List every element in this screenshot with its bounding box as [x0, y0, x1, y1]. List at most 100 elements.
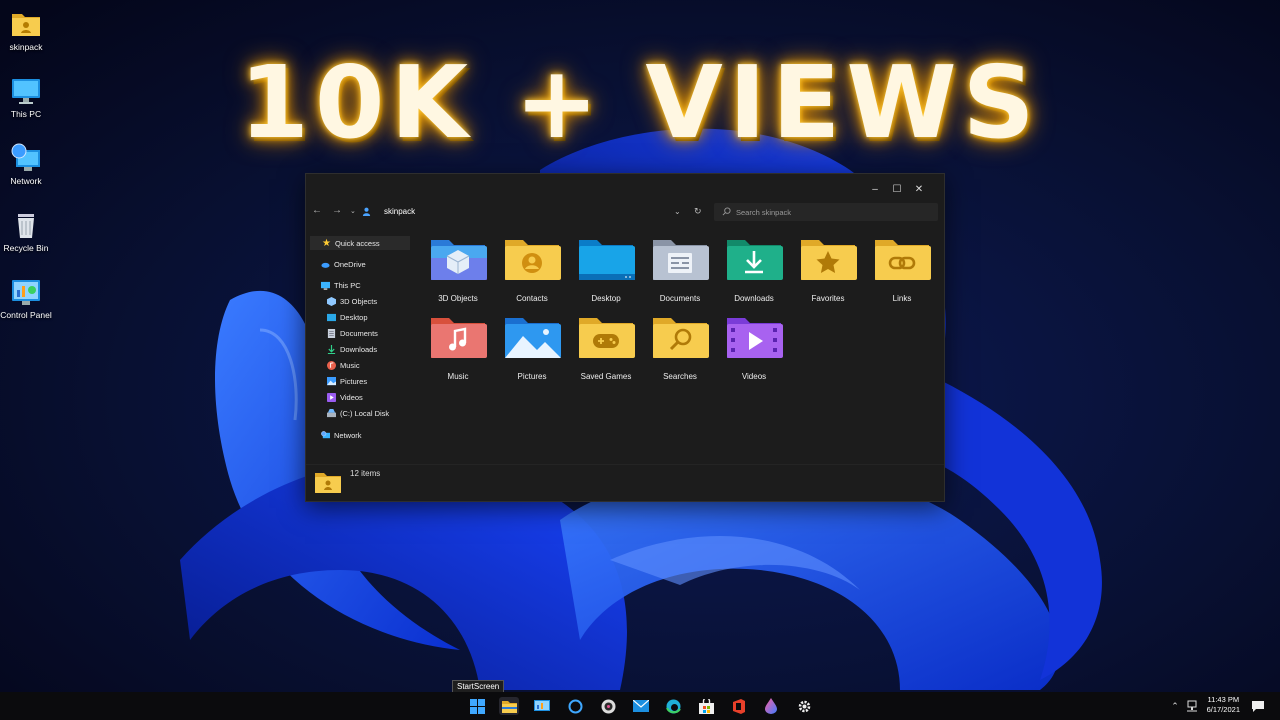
folder-desktop[interactable]: Desktop	[569, 236, 643, 314]
store-icon	[698, 698, 714, 714]
sidebar-item-documents[interactable]: Documents	[327, 326, 378, 340]
desktop-icon-this-pc[interactable]: This PC	[0, 73, 52, 140]
taskbar-mail[interactable]	[631, 697, 651, 715]
address-dropdown-button[interactable]: ⌄	[674, 207, 681, 216]
sidebar-item-label: Network	[334, 430, 362, 440]
clock-date: 6/17/2021	[1206, 705, 1240, 714]
desktop-icon-skinpack[interactable]: skinpack	[0, 6, 52, 73]
search-input[interactable]	[736, 206, 926, 218]
sidebar-item-label: This PC	[334, 280, 361, 290]
window-controls: – ☐ ✕	[864, 182, 930, 196]
desktop-icon-network[interactable]: Network	[0, 140, 52, 207]
notification-center-button[interactable]	[1250, 697, 1266, 715]
minimize-icon: –	[872, 183, 878, 195]
sidebar-item-desktop[interactable]: Desktop	[327, 310, 368, 324]
sidebar-item-local-disk[interactable]: (C:) Local Disk	[327, 406, 389, 420]
links-folder-icon	[875, 240, 931, 280]
edge-icon	[665, 699, 681, 713]
desktop-icon-label: This PC	[10, 109, 42, 119]
recent-locations-button[interactable]: ⌄	[350, 207, 356, 215]
mail-icon	[633, 700, 649, 712]
favorites-folder-icon	[801, 240, 857, 280]
sidebar-item-label: Music	[340, 360, 360, 370]
sidebar-item-onedrive[interactable]: OneDrive	[321, 257, 366, 271]
settings-icon	[798, 700, 810, 712]
arrow-left-icon: ←	[312, 205, 322, 216]
sidebar-item-3d-objects[interactable]: 3D Objects	[327, 294, 377, 308]
office-icon	[733, 698, 745, 714]
recycle-bin-icon	[18, 214, 34, 238]
taskbar-file-explorer[interactable]	[499, 697, 519, 715]
sidebar-item-label: Downloads	[340, 344, 378, 354]
folder-label: Documents	[659, 294, 701, 303]
folder-downloads[interactable]: Downloads	[717, 236, 791, 314]
sidebar-item-music[interactable]: Music	[327, 358, 360, 372]
minimize-button[interactable]: –	[864, 182, 886, 196]
desktop-icon-label: Recycle Bin	[3, 243, 49, 253]
sidebar-item-label: Quick access	[335, 238, 380, 248]
downloads-folder-icon	[727, 240, 783, 280]
folder-contacts[interactable]: Contacts	[495, 236, 569, 314]
sidebar-item-pictures[interactable]: Pictures	[327, 374, 367, 388]
taskbar-store[interactable]	[696, 697, 716, 715]
cube-folder-icon	[431, 240, 487, 280]
address-bar[interactable]: skinpack	[384, 207, 415, 216]
sidebar-item-this-pc[interactable]: This PC	[321, 278, 361, 292]
folder-3d-objects[interactable]: 3D Objects	[421, 236, 495, 314]
taskbar-paint[interactable]	[761, 697, 781, 715]
forward-button[interactable]: →	[332, 205, 342, 216]
folder-saved-games[interactable]: Saved Games	[569, 314, 643, 392]
folder-user-icon	[315, 473, 341, 493]
sidebar-item-label: Pictures	[340, 376, 368, 386]
folder-label: Searches	[663, 372, 697, 381]
desktop-icon-label: Control Panel	[0, 310, 52, 320]
folder-videos[interactable]: Videos	[717, 314, 791, 392]
sidebar-item-label: Documents	[340, 328, 378, 338]
close-button[interactable]: ✕	[908, 182, 930, 196]
desktop-icon-recycle-bin[interactable]: Recycle Bin	[0, 207, 52, 274]
saved-games-folder-icon	[579, 318, 635, 358]
taskbar-settings[interactable]	[794, 697, 814, 715]
sidebar-item-label: (C:) Local Disk	[340, 408, 390, 418]
pictures-folder-icon	[505, 318, 561, 358]
maximize-button[interactable]: ☐	[886, 182, 908, 196]
sidebar-item-videos[interactable]: Videos	[327, 390, 363, 404]
picture-icon	[327, 376, 336, 385]
taskbar: ⌃ 11:43 PM 6/17/2021	[0, 692, 1280, 720]
documents-folder-icon	[653, 240, 709, 280]
refresh-icon: ↻	[694, 206, 702, 216]
taskbar-cortana[interactable]	[565, 697, 585, 715]
disk-icon	[327, 408, 336, 417]
folder-user-icon	[12, 14, 40, 36]
start-button[interactable]	[467, 697, 487, 715]
folder-pictures[interactable]: Pictures	[495, 314, 569, 392]
desktop-icon-control-panel[interactable]: Control Panel	[0, 274, 52, 341]
item-count: 12 items	[350, 469, 381, 478]
taskbar-media-player[interactable]	[598, 697, 618, 715]
folder-links[interactable]: Links	[865, 236, 939, 314]
taskbar-office[interactable]	[729, 697, 749, 715]
folder-label: Downloads	[734, 294, 774, 303]
tray-network-button[interactable]	[1184, 697, 1200, 715]
folder-favorites[interactable]: Favorites	[791, 236, 865, 314]
refresh-button[interactable]: ↻	[694, 206, 702, 217]
searches-folder-icon	[653, 318, 709, 358]
system-clock[interactable]: 11:43 PM 6/17/2021	[1207, 695, 1240, 715]
sidebar-item-downloads[interactable]: Downloads	[327, 342, 377, 356]
sidebar-item-quick-access[interactable]: ★ Quick access	[310, 236, 410, 250]
paint-drop-icon	[765, 698, 777, 714]
taskbar-control-panel[interactable]	[532, 697, 552, 715]
taskbar-edge[interactable]	[663, 697, 683, 715]
sidebar-item-network[interactable]: Network	[321, 428, 362, 442]
back-button[interactable]: ←	[312, 205, 322, 216]
folder-music[interactable]: Music	[421, 314, 495, 392]
sidebar-item-label: OneDrive	[334, 259, 366, 269]
chevron-up-icon: ⌃	[1171, 700, 1179, 711]
sidebar-item-label: 3D Objects	[340, 296, 378, 306]
folder-searches[interactable]: Searches	[643, 314, 717, 392]
close-icon: ✕	[914, 183, 924, 195]
tray-overflow-button[interactable]: ⌃	[1168, 697, 1182, 715]
search-box[interactable]	[714, 203, 938, 221]
folder-documents[interactable]: Documents	[643, 236, 717, 314]
maximize-icon: ☐	[892, 183, 902, 195]
